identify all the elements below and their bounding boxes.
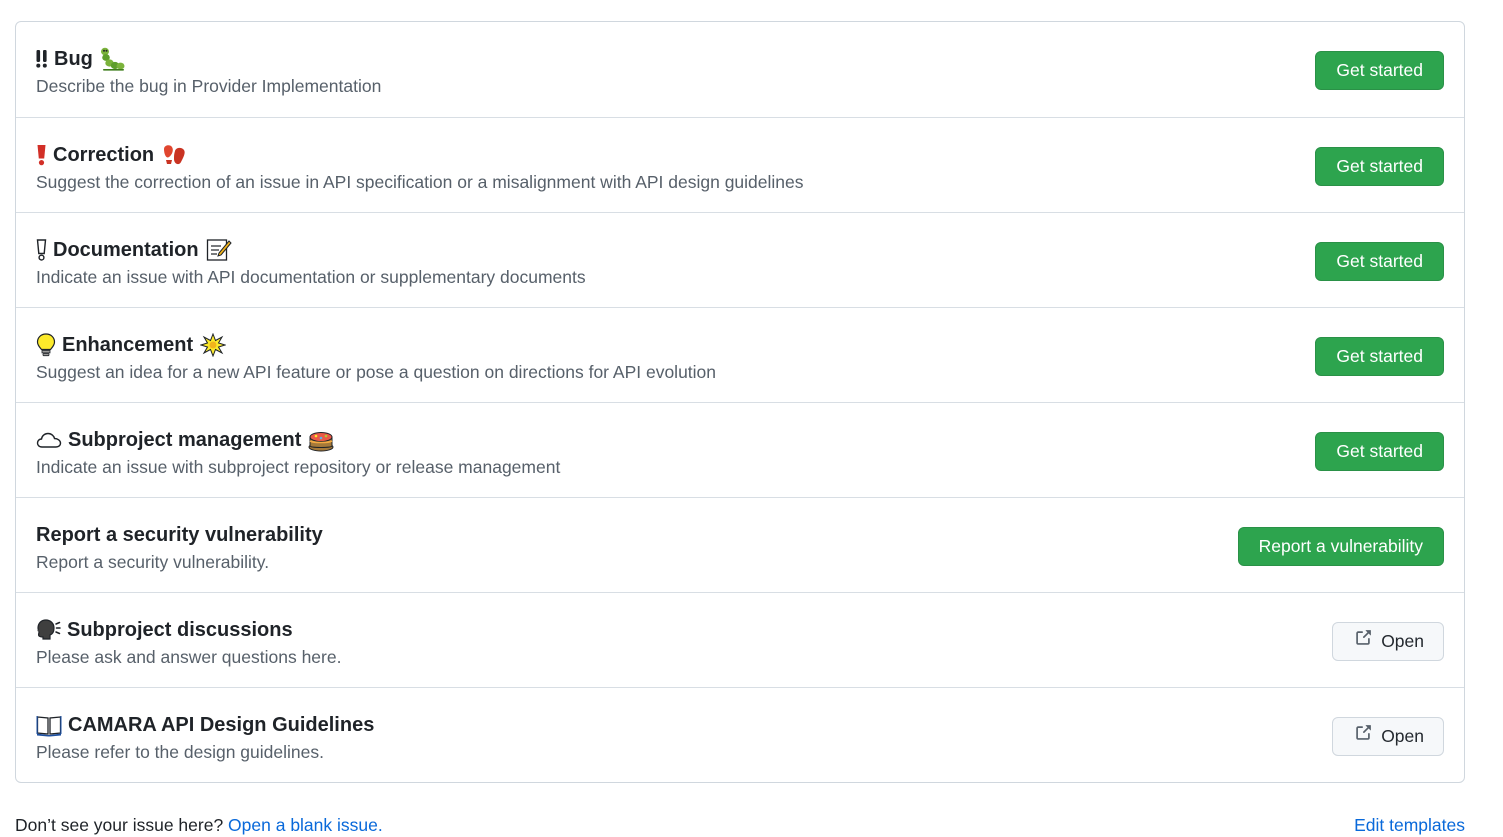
red-exclamation-icon [36,143,47,167]
template-description: Please ask and answer questions here. [36,647,342,667]
template-row-subproject-management: Subproject management Indicate an issue … [16,402,1464,497]
template-title: Subproject discussions [36,617,341,643]
template-title: Report a security vulnerability [36,524,323,546]
double-exclamation-icon [36,47,48,71]
template-description: Indicate an issue with subproject reposi… [36,457,561,477]
template-row-documentation: Documentation Indicate an issue with API… [16,212,1464,307]
external-link-icon [1354,718,1372,755]
template-title: Correction [36,142,804,168]
get-started-button[interactable]: Get started [1315,147,1444,186]
template-description: Suggest the correction of an issue in AP… [36,172,804,192]
template-row-enhancement: Enhancement Suggest an idea for a new AP… [16,307,1464,402]
template-row-design-guidelines: CAMARA API Design Guidelines Please refe… [16,687,1464,782]
sparkle-burst-icon [200,333,227,357]
template-row-subproject-discussions: Subproject discussions Please ask and an… [16,592,1464,687]
template-footer: Don’t see your issue here? Open a blank … [15,813,1465,837]
light-bulb-icon [36,333,56,357]
memo-icon [206,238,232,262]
template-title: Documentation [36,237,586,263]
template-title: CAMARA API Design Guidelines [36,712,374,738]
template-title: Subproject management [36,427,560,453]
external-link-icon [1354,623,1372,660]
footprints-icon [161,143,187,167]
footer-prompt: Don’t see your issue here? [15,815,229,835]
open-book-icon [36,713,62,737]
open-button[interactable]: Open [1332,622,1444,661]
template-description: Please refer to the design guidelines. [36,742,324,762]
get-started-button[interactable]: Get started [1315,51,1444,90]
template-row-correction: Correction Suggest the correction of an … [16,117,1464,212]
template-title: Enhancement [36,332,716,358]
bug-icon [100,47,126,71]
open-button[interactable]: Open [1332,717,1444,756]
open-button-label: Open [1381,631,1424,651]
template-title: Bug [36,46,381,72]
get-started-button[interactable]: Get started [1315,337,1444,376]
template-description: Describe the bug in Provider Implementat… [36,76,382,96]
white-exclamation-icon [36,238,47,262]
template-description: Report a security vulnerability. [36,552,270,572]
template-row-bug: Bug Describe the bug in Provider Impleme… [16,22,1464,117]
cloud-icon [36,428,62,452]
edit-templates-link[interactable]: Edit templates [1354,813,1465,837]
speaking-head-icon [36,618,61,642]
report-vulnerability-button[interactable]: Report a vulnerability [1237,527,1444,566]
cake-icon [308,428,334,452]
template-description: Suggest an idea for a new API feature or… [36,362,717,382]
get-started-button[interactable]: Get started [1315,242,1444,281]
issue-template-list: Bug Describe the bug in Provider Impleme… [15,21,1465,783]
template-description: Indicate an issue with API documentation… [36,267,586,287]
template-row-security-vulnerability: Report a security vulnerability Report a… [16,497,1464,592]
open-blank-issue-link[interactable]: Open a blank issue. [228,815,383,835]
get-started-button[interactable]: Get started [1315,432,1444,471]
open-button-label: Open [1381,726,1424,746]
